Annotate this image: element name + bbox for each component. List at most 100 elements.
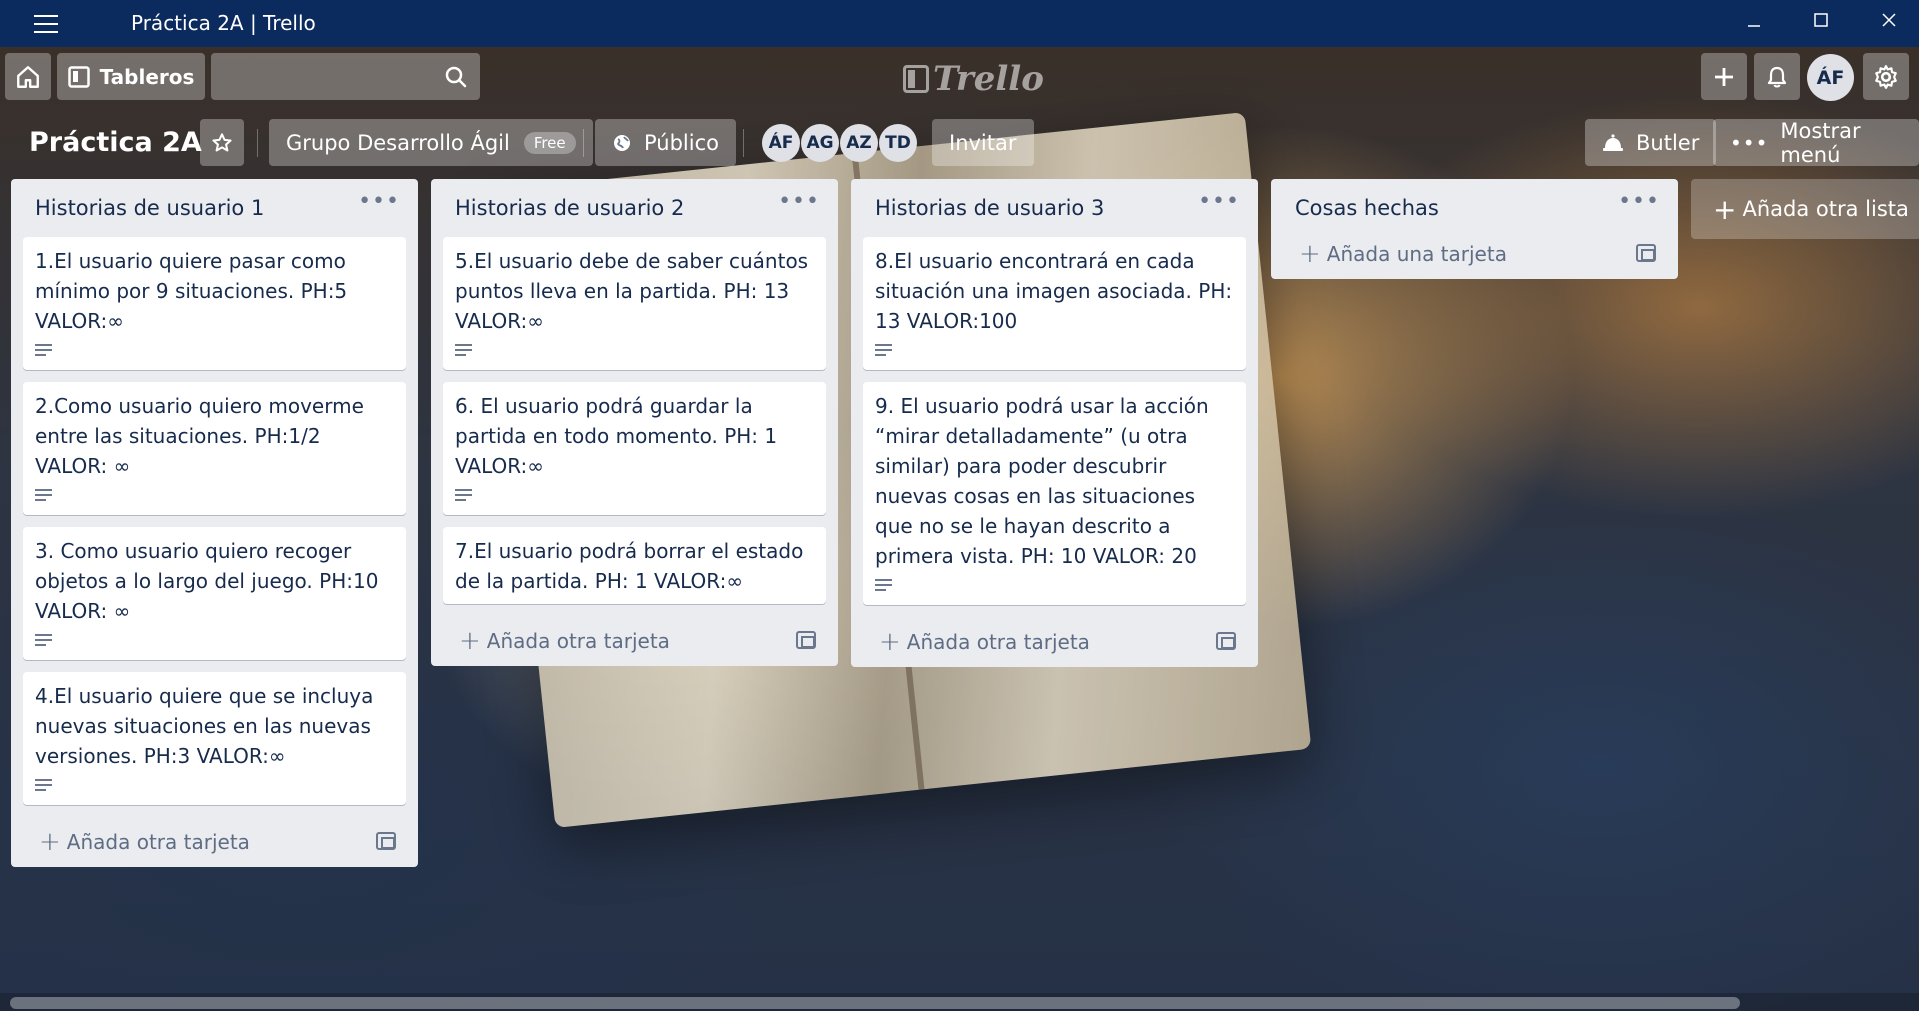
list-historias-1[interactable]: Historias de usuario 1 ••• 1.El usuario … xyxy=(11,179,418,867)
member-avatar[interactable]: AG xyxy=(801,124,839,162)
card-title: 8.El usuario encontrará en cada situació… xyxy=(875,249,1233,333)
butler-button[interactable]: Butler xyxy=(1585,119,1717,166)
list-title[interactable]: Historias de usuario 2 xyxy=(455,196,684,220)
card-title: 4.El usuario quiere que se incluya nueva… xyxy=(35,684,374,768)
team-button[interactable]: Grupo Desarrollo Ágil Free xyxy=(269,119,593,166)
star-button[interactable] xyxy=(200,119,244,166)
header-divider xyxy=(583,129,584,157)
description-icon xyxy=(455,489,472,503)
visibility-label: Público xyxy=(644,130,719,155)
member-avatar[interactable]: TD xyxy=(879,124,917,162)
add-card-button[interactable]: + Añada otra tarjeta xyxy=(431,616,838,666)
list-header[interactable]: Historias de usuario 3 ••• xyxy=(851,179,1258,237)
description-icon xyxy=(35,344,52,358)
add-card-button[interactable]: + Añada una tarjeta xyxy=(1271,229,1678,279)
description-icon xyxy=(875,344,892,358)
list-header[interactable]: Historias de usuario 1 ••• xyxy=(11,179,418,237)
list-title[interactable]: Historias de usuario 1 xyxy=(35,196,264,220)
member-avatar[interactable]: ÁF xyxy=(762,124,800,162)
ellipsis-icon[interactable]: ••• xyxy=(1618,189,1660,214)
show-menu-label: Mostrar menú xyxy=(1780,118,1861,167)
member-avatar[interactable]: AZ xyxy=(840,124,878,162)
template-icon[interactable] xyxy=(796,631,816,649)
bell-icon xyxy=(1767,66,1787,87)
home-icon xyxy=(17,65,39,88)
plus-icon: + xyxy=(459,626,481,656)
card-title: 1.El usuario quiere pasar como mínimo po… xyxy=(35,249,348,333)
add-card-button[interactable]: + Añada otra tarjeta xyxy=(851,617,1258,667)
create-button[interactable] xyxy=(1701,53,1747,100)
card-title: 6. El usuario podrá guardar la partida e… xyxy=(455,394,778,478)
trello-logo[interactable]: Trello xyxy=(903,59,1044,99)
add-list-label: Añada otra lista xyxy=(1742,197,1909,221)
boards-button[interactable]: Tableros xyxy=(57,53,205,100)
add-card-label: Añada una tarjeta xyxy=(1326,242,1507,266)
list-cosas-hechas[interactable]: Cosas hechas ••• + Añada una tarjeta xyxy=(1271,179,1678,279)
card[interactable]: 1.El usuario quiere pasar como mínimo po… xyxy=(23,237,406,370)
list-title[interactable]: Cosas hechas xyxy=(1295,196,1439,220)
card[interactable]: 8.El usuario encontrará en cada situació… xyxy=(863,237,1246,370)
hamburger-icon[interactable] xyxy=(34,15,58,33)
card[interactable]: 3. Como usuario quiero recoger objetos a… xyxy=(23,527,406,660)
search-box[interactable] xyxy=(211,53,480,100)
window-titlebar: Práctica 2A | Trello xyxy=(0,0,1919,47)
plus-icon: + xyxy=(879,627,901,657)
visibility-button[interactable]: Público xyxy=(595,119,736,166)
list-historias-2[interactable]: Historias de usuario 2 ••• 5.El usuario … xyxy=(431,179,838,666)
header-divider xyxy=(743,129,744,157)
description-icon xyxy=(35,489,52,503)
list-header[interactable]: Historias de usuario 2 ••• xyxy=(431,179,838,237)
description-icon xyxy=(35,634,52,648)
scrollbar-thumb[interactable] xyxy=(10,997,1740,1009)
card[interactable]: 7.El usuario podrá borrar el estado de l… xyxy=(443,527,826,604)
description-icon xyxy=(455,344,472,358)
card[interactable]: 2.Como usuario quiero moverme entre las … xyxy=(23,382,406,515)
board-icon xyxy=(67,65,90,88)
user-avatar[interactable]: ÁF xyxy=(1807,54,1854,101)
plus-icon: + xyxy=(1299,239,1321,269)
description-icon xyxy=(35,779,52,793)
card-title: 2.Como usuario quiero moverme entre las … xyxy=(35,394,364,478)
add-card-label: Añada otra tarjeta xyxy=(906,630,1090,654)
template-icon[interactable] xyxy=(376,832,396,850)
template-icon[interactable] xyxy=(1636,244,1656,262)
search-icon[interactable] xyxy=(444,65,468,89)
board-scrollbar[interactable] xyxy=(0,993,1919,1011)
ellipsis-icon[interactable]: ••• xyxy=(1198,189,1240,214)
show-menu-button[interactable]: ••• Mostrar menú xyxy=(1713,118,1919,167)
card-title: 3. Como usuario quiero recoger objetos a… xyxy=(35,539,379,623)
board-title[interactable]: Práctica 2A xyxy=(29,127,202,158)
star-icon xyxy=(212,132,232,152)
template-icon[interactable] xyxy=(1216,632,1236,650)
close-window-button[interactable] xyxy=(1874,10,1904,36)
gear-icon xyxy=(1875,64,1897,89)
list-title[interactable]: Historias de usuario 3 xyxy=(875,196,1104,220)
trello-logo-icon xyxy=(903,65,929,93)
card[interactable]: 4.El usuario quiere que se incluya nueva… xyxy=(23,672,406,805)
minimize-button[interactable] xyxy=(1739,10,1769,36)
ellipsis-icon: ••• xyxy=(1730,130,1769,155)
settings-button[interactable] xyxy=(1863,53,1909,100)
ellipsis-icon[interactable]: ••• xyxy=(358,189,400,214)
card-title: 7.El usuario podrá borrar el estado de l… xyxy=(455,539,804,593)
add-list-button[interactable]: + Añada otra lista xyxy=(1691,179,1919,239)
invite-button[interactable]: Invitar xyxy=(932,119,1034,166)
search-input[interactable] xyxy=(211,53,431,100)
maximize-button[interactable] xyxy=(1806,10,1836,36)
card[interactable]: 5.El usuario debe de saber cuántos punto… xyxy=(443,237,826,370)
add-card-button[interactable]: + Añada otra tarjeta xyxy=(11,817,418,867)
trello-logo-text: Trello xyxy=(933,59,1044,99)
boards-label: Tableros xyxy=(99,64,195,89)
plus-icon: + xyxy=(39,827,61,857)
ellipsis-icon[interactable]: ••• xyxy=(778,189,820,214)
team-name: Grupo Desarrollo Ágil xyxy=(286,130,510,155)
home-button[interactable] xyxy=(5,53,51,100)
add-card-label: Añada otra tarjeta xyxy=(486,629,670,653)
plus-icon xyxy=(1715,67,1733,86)
card[interactable]: 9. El usuario podrá usar la acción “mira… xyxy=(863,382,1246,605)
card-title: 9. El usuario podrá usar la acción “mira… xyxy=(875,394,1209,568)
butler-label: Butler xyxy=(1636,130,1700,155)
list-historias-3[interactable]: Historias de usuario 3 ••• 8.El usuario … xyxy=(851,179,1258,667)
card[interactable]: 6. El usuario podrá guardar la partida e… xyxy=(443,382,826,515)
notifications-button[interactable] xyxy=(1754,53,1800,100)
